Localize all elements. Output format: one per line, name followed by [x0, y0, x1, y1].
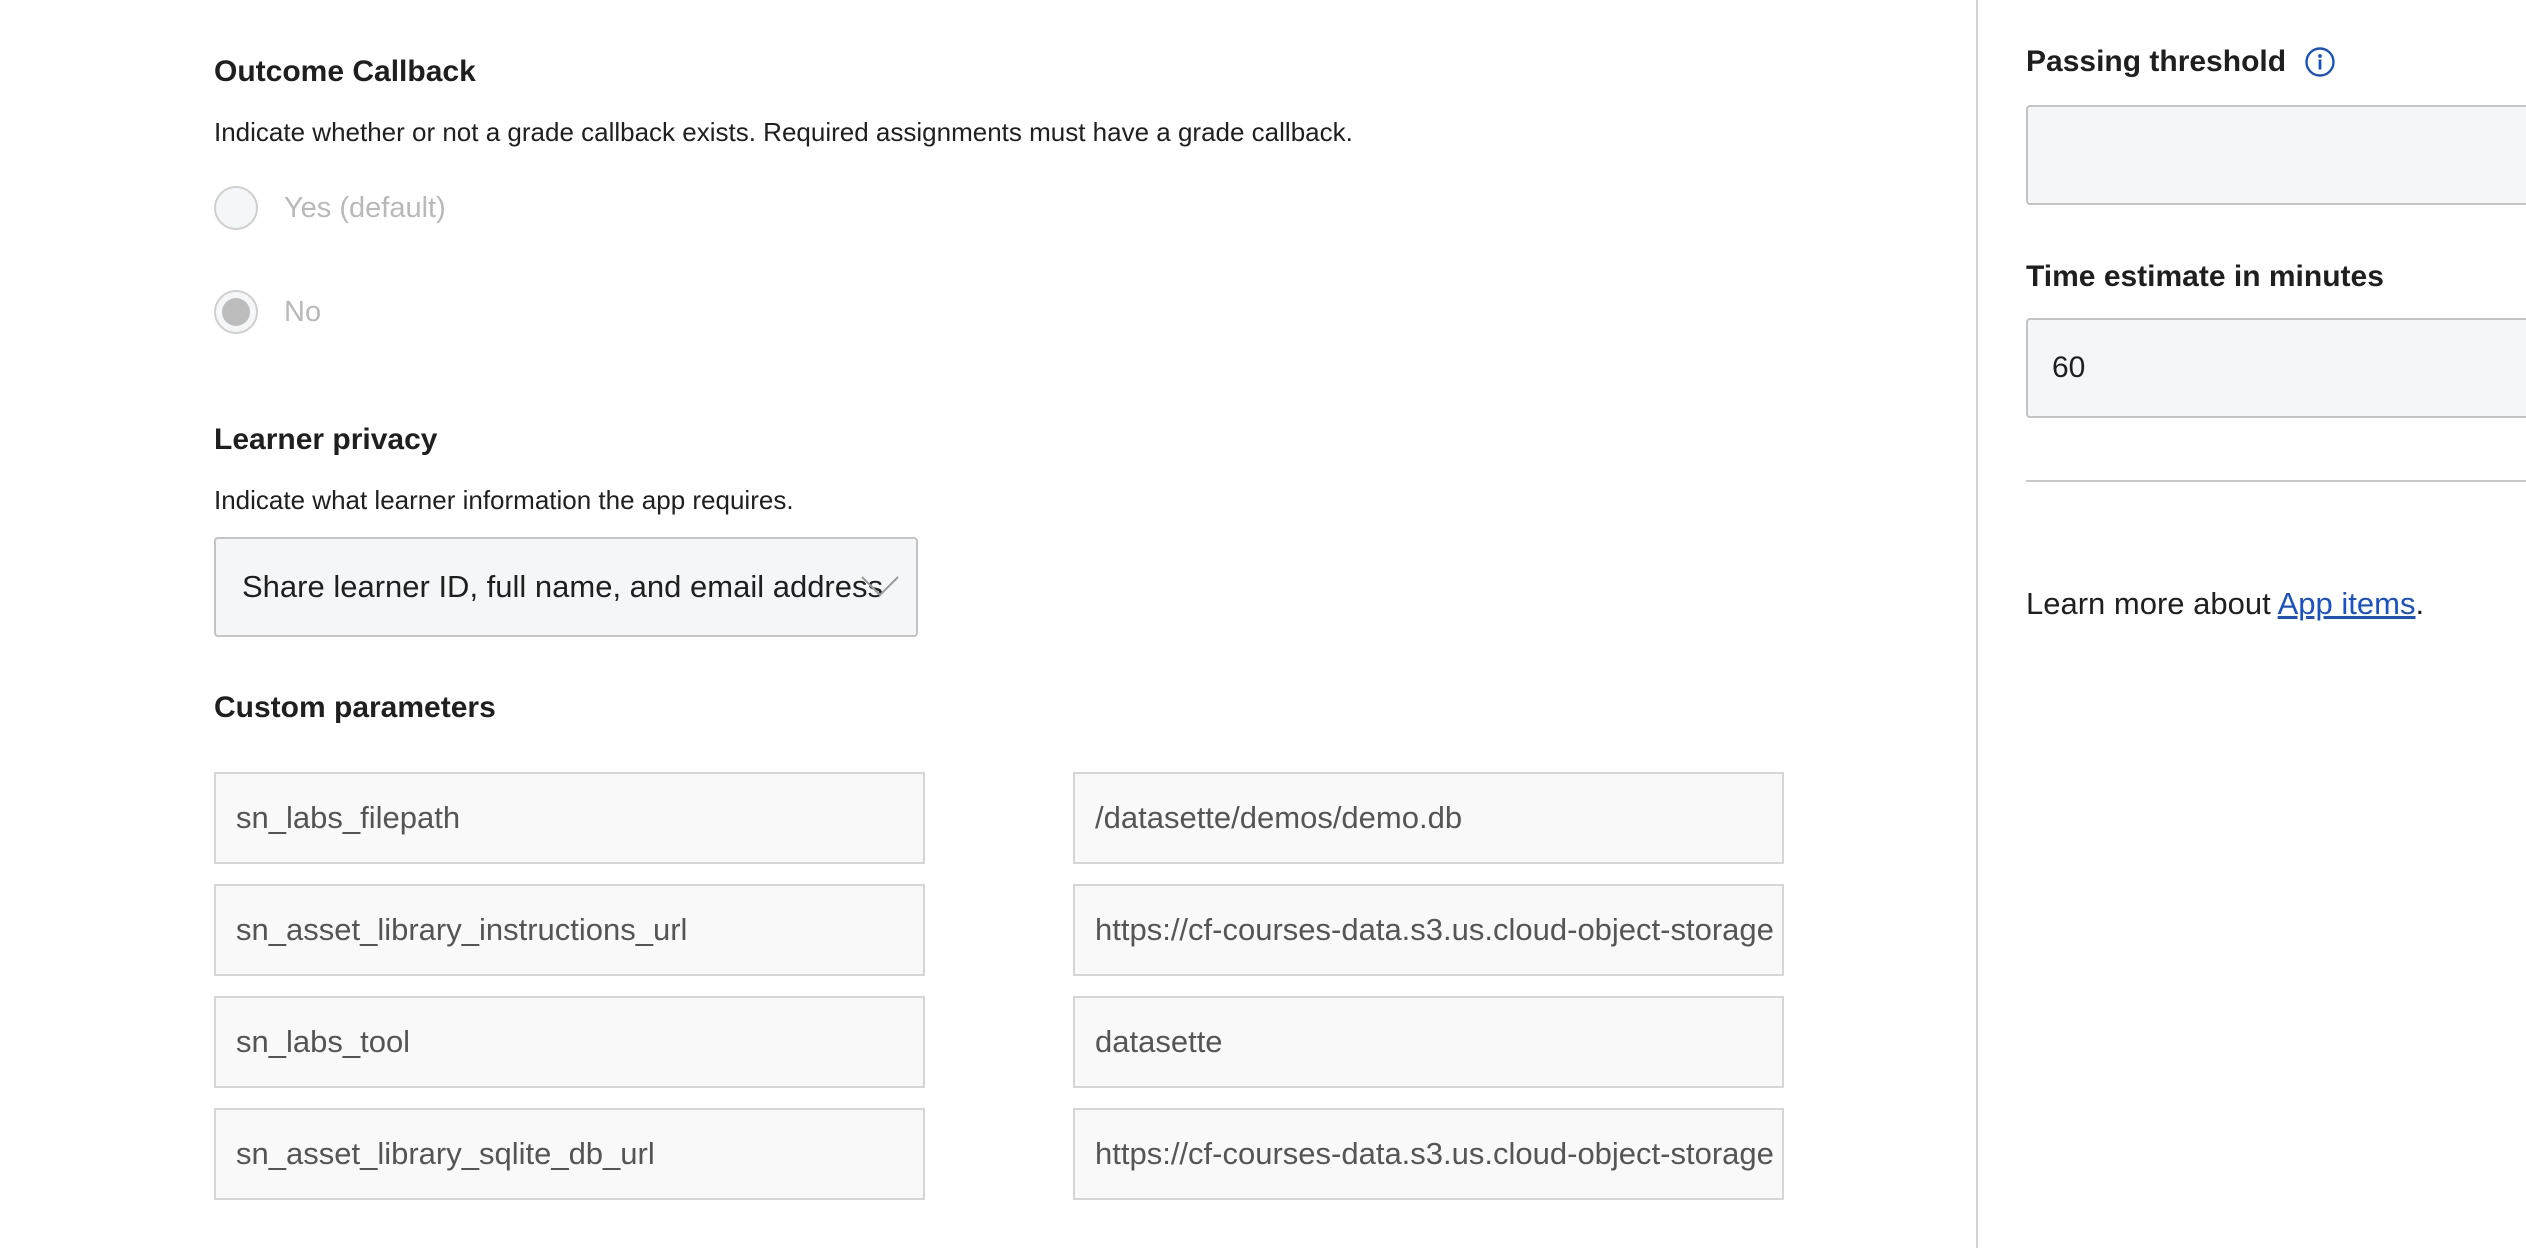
param-value-field[interactable]: https://cf-courses-data.s3.us.cloud-obje… — [1073, 1108, 1784, 1200]
custom-parameters-title: Custom parameters — [214, 691, 496, 724]
learner-privacy-selected-value: Share learner ID, full name, and email a… — [242, 569, 883, 604]
param-key-field[interactable]: sn_asset_library_instructions_url — [214, 884, 925, 976]
radio-option-no[interactable]: No — [214, 290, 321, 334]
param-value-field[interactable]: /datasette/demos/demo.db — [1073, 772, 1784, 864]
passing-threshold-label-text: Passing threshold — [2026, 45, 2287, 78]
outcome-callback-title: Outcome Callback — [214, 55, 476, 88]
radio-no-label: No — [284, 296, 322, 328]
time-estimate-input[interactable]: 60 — [2026, 318, 2526, 418]
learner-privacy-select[interactable]: Share learner ID, full name, and email a… — [214, 537, 918, 637]
main-settings-column: Outcome Callback Indicate whether or not… — [0, 0, 1976, 1248]
radio-selected-dot — [222, 298, 250, 326]
time-estimate-label: Time estimate in minutes — [2026, 260, 2384, 293]
learn-more-prefix: Learn more about — [2026, 586, 2278, 621]
param-key-field[interactable]: sn_asset_library_sqlite_db_url — [214, 1108, 925, 1200]
learn-more-text: Learn more about App items. — [2026, 584, 2424, 624]
settings-sidebar: Passing threshold % Time estimate in min… — [1978, 0, 2526, 1248]
outcome-callback-description: Indicate whether or not a grade callback… — [214, 117, 1353, 147]
radio-option-yes[interactable]: Yes (default) — [214, 186, 446, 230]
info-icon[interactable] — [2304, 46, 2336, 78]
param-value-field[interactable]: https://cf-courses-data.s3.us.cloud-obje… — [1073, 884, 1784, 976]
learn-more-suffix: . — [2415, 586, 2425, 621]
param-value-field[interactable]: datasette — [1073, 996, 1784, 1088]
param-key-field[interactable]: sn_labs_tool — [214, 996, 925, 1088]
app-item-settings-page: Outcome Callback Indicate whether or not… — [0, 0, 2526, 1248]
sidebar-section-divider — [2026, 480, 2526, 482]
learner-privacy-description: Indicate what learner information the ap… — [214, 485, 794, 515]
learner-privacy-title: Learner privacy — [214, 423, 438, 456]
radio-yes-label: Yes (default) — [284, 192, 446, 224]
param-key-field[interactable]: sn_labs_filepath — [214, 772, 925, 864]
passing-threshold-input[interactable]: % — [2026, 105, 2526, 205]
radio-no[interactable] — [214, 290, 258, 334]
chevron-down-icon — [861, 576, 899, 597]
radio-yes[interactable] — [214, 186, 258, 230]
app-items-link[interactable]: App items — [2278, 586, 2416, 621]
passing-threshold-label: Passing threshold — [2026, 44, 2336, 80]
time-estimate-value: 60 — [2052, 351, 2086, 384]
